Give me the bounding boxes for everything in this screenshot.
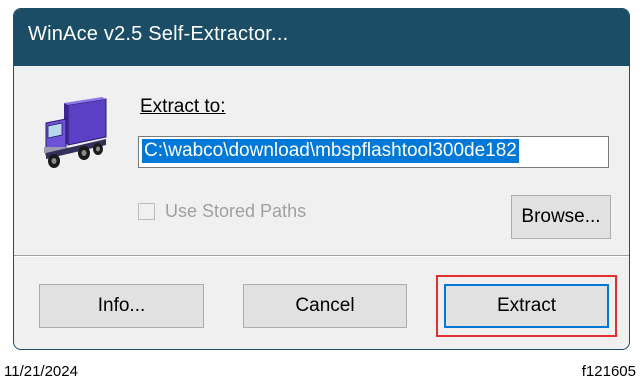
use-stored-paths-label: Use Stored Paths: [165, 200, 307, 221]
info-button-label: Info...: [97, 295, 146, 316]
cancel-button-label: Cancel: [295, 295, 355, 316]
extract-to-label-text: Extract to:: [140, 96, 226, 117]
use-stored-paths-option: Use Stored Paths: [138, 199, 306, 223]
window-title: WinAce v2.5 Self-Extractor...: [28, 23, 289, 45]
title-bar[interactable]: WinAce v2.5 Self-Extractor...: [14, 9, 629, 66]
footer-date: 11/21/2024: [4, 363, 78, 380]
figure-id: f121605: [581, 363, 636, 380]
truck-icon: [40, 97, 110, 173]
browse-button-label: Browse...: [521, 206, 601, 227]
browse-button[interactable]: Browse...: [511, 195, 611, 239]
info-button[interactable]: Info...: [39, 284, 204, 328]
extract-button-label: Extract: [496, 295, 557, 316]
extract-button[interactable]: Extract: [444, 284, 609, 328]
extract-path-value: C:\wabco\download\mbspflashtool300de182: [142, 139, 519, 163]
separator: [14, 255, 629, 257]
cancel-button[interactable]: Cancel: [243, 284, 407, 328]
extract-to-label: Extract to:: [140, 96, 226, 118]
figure: WinAce v2.5 Self-Extractor... Extract to…: [0, 0, 644, 387]
self-extractor-dialog: WinAce v2.5 Self-Extractor... Extract to…: [13, 8, 630, 350]
use-stored-paths-checkbox[interactable]: [138, 202, 155, 220]
extract-path-input[interactable]: C:\wabco\download\mbspflashtool300de182: [138, 136, 609, 168]
